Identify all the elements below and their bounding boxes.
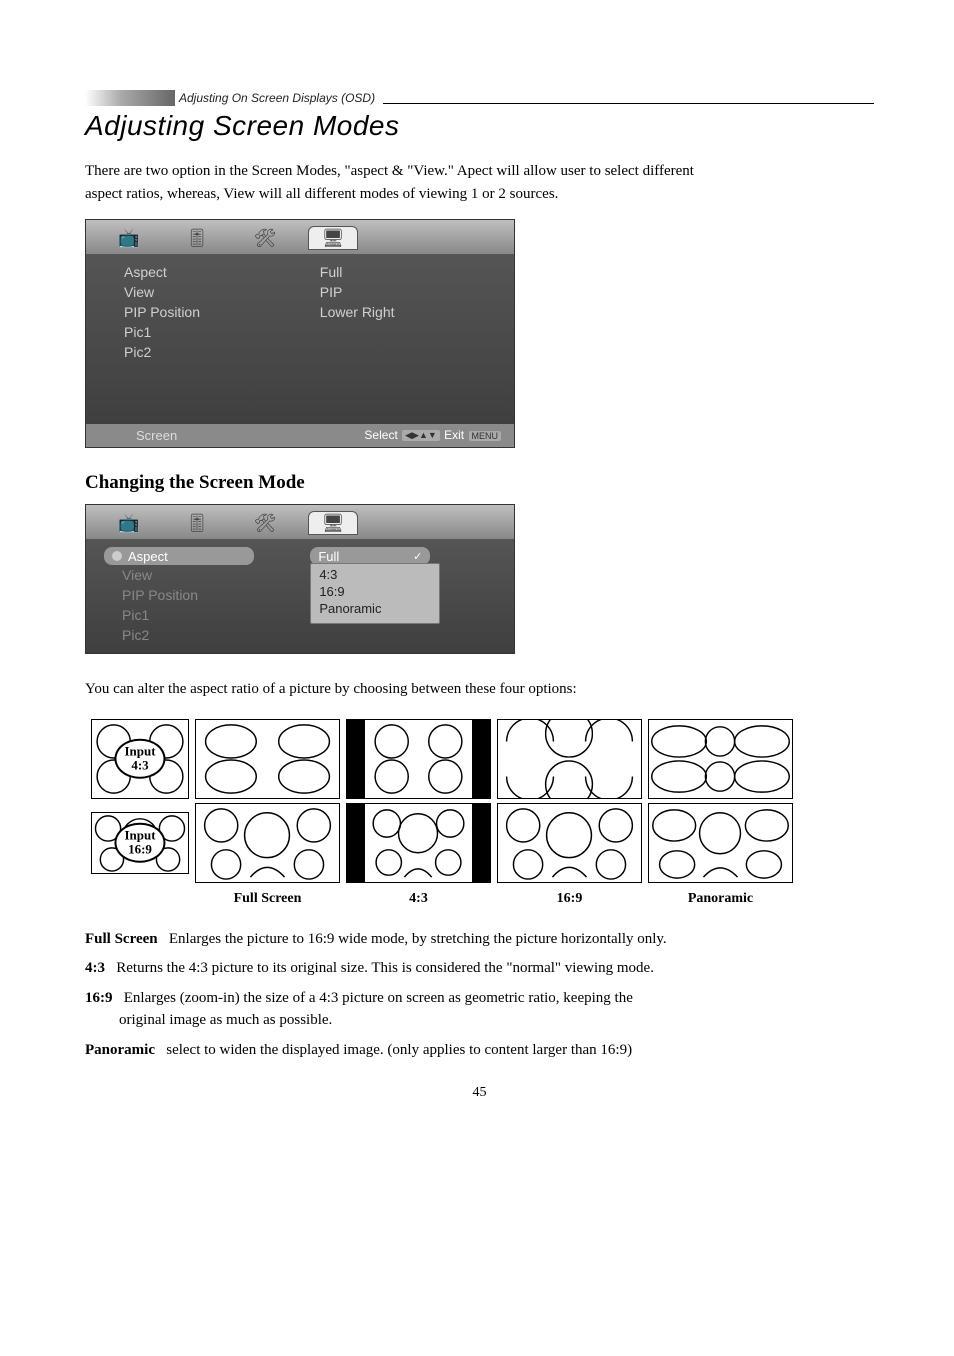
osd-item-view: View bbox=[104, 565, 310, 585]
subheading-changing-mode: Changing the Screen Mode bbox=[85, 472, 874, 494]
osd-tab-setup-icon: 🛠 bbox=[240, 226, 290, 250]
def-term-fullscreen: Full Screen bbox=[85, 931, 158, 947]
cell-4-3-zoom bbox=[497, 719, 642, 799]
osd-item-aspect: Aspect bbox=[124, 262, 320, 282]
osd-item-pic1: Pic1 bbox=[104, 605, 310, 625]
aspect-ratio-table: Input4:3 bbox=[85, 715, 799, 911]
cell-16-9-fullscreen bbox=[195, 803, 340, 883]
definitions: Full Screen Enlarges the picture to 16:9… bbox=[85, 929, 874, 1062]
def-text-4-3: Returns the 4:3 picture to its original … bbox=[116, 960, 654, 976]
osd-screenshot-1: 📺 🎚 🛠 🖥 Aspect View PIP Position Pic1 Pi… bbox=[85, 219, 515, 448]
osd-item-pip-position: PIP Position bbox=[124, 302, 320, 322]
col-label-fullscreen: Full Screen bbox=[195, 887, 340, 907]
def-text-16-9: Enlarges (zoom-in) the size of a 4:3 pic… bbox=[85, 990, 633, 1028]
page-title: Adjusting Screen Modes bbox=[85, 110, 874, 142]
osd-tab-screen-icon: 🖥 bbox=[308, 511, 358, 535]
caption-text: You can alter the aspect ratio of a pict… bbox=[85, 678, 874, 701]
dd-item-panoramic: Panoramic bbox=[317, 600, 433, 617]
cell-16-9-native bbox=[346, 803, 491, 883]
osd-value-aspect: Full bbox=[320, 262, 496, 282]
cell-4-3-fullscreen bbox=[195, 719, 340, 799]
osd-item-pic1: Pic1 bbox=[124, 322, 320, 342]
breadcrumb: Adjusting On Screen Displays (OSD) bbox=[179, 91, 375, 106]
osd-footer-label: Screen bbox=[136, 428, 177, 443]
selection-dot-icon bbox=[112, 551, 122, 561]
def-text-panoramic: select to widen the displayed image. (on… bbox=[166, 1042, 632, 1058]
osd-tab-picture-icon: 📺 bbox=[104, 226, 154, 250]
cell-16-9-zoom bbox=[497, 803, 642, 883]
def-text-fullscreen: Enlarges the picture to 16:9 wide mode, … bbox=[169, 931, 667, 947]
dd-item-16-9: 16:9 bbox=[317, 583, 433, 600]
osd-item-pip-position: PIP Position bbox=[104, 585, 310, 605]
osd-item-aspect-selected: Aspect bbox=[104, 547, 254, 565]
header-gradient bbox=[85, 90, 175, 106]
cell-16-9-panoramic bbox=[648, 803, 793, 883]
header-rule bbox=[383, 103, 874, 104]
osd-screenshot-2: 📺 🎚 🛠 🖥 Aspect View PIP Position Pic1 Pi… bbox=[85, 504, 515, 654]
input-16-9-cell: Input16:9 bbox=[91, 812, 189, 874]
osd-tab-picture-icon: 📺 bbox=[104, 511, 154, 535]
osd-item-pic2: Pic2 bbox=[124, 342, 320, 362]
osd-value-pip-position: Lower Right bbox=[320, 302, 496, 322]
cell-4-3-panoramic bbox=[648, 719, 793, 799]
input-4-3-cell: Input4:3 bbox=[91, 719, 189, 799]
dd-item-4-3: 4:3 bbox=[317, 566, 433, 583]
col-label-panoramic: Panoramic bbox=[648, 887, 793, 907]
cell-4-3-native bbox=[346, 719, 491, 799]
def-term-panoramic: Panoramic bbox=[85, 1042, 155, 1058]
def-term-4-3: 4:3 bbox=[85, 960, 105, 976]
def-term-16-9: 16:9 bbox=[85, 990, 113, 1006]
osd-value-view: PIP bbox=[320, 282, 496, 302]
page-number: 45 bbox=[85, 1085, 874, 1101]
osd-item-view: View bbox=[124, 282, 320, 302]
osd-tab-audio-icon: 🎚 bbox=[172, 511, 222, 535]
input-16-9-label: Input16:9 bbox=[114, 822, 165, 863]
osd-tab-setup-icon: 🛠 bbox=[240, 511, 290, 535]
osd-tab-screen-icon: 🖥 bbox=[308, 226, 358, 250]
osd-tab-audio-icon: 🎚 bbox=[172, 226, 222, 250]
col-label-4-3: 4:3 bbox=[346, 887, 491, 907]
check-icon: ✓ bbox=[413, 550, 422, 563]
input-4-3-label: Input4:3 bbox=[114, 738, 165, 779]
osd-item-pic2: Pic2 bbox=[104, 625, 310, 645]
intro-paragraph: There are two option in the Screen Modes… bbox=[85, 160, 705, 205]
osd-footer-hint: Select ◀▶▲▼ Exit MENU bbox=[364, 428, 502, 443]
osd-dropdown-list: 4:3 16:9 Panoramic bbox=[310, 563, 440, 624]
col-label-16-9: 16:9 bbox=[497, 887, 642, 907]
